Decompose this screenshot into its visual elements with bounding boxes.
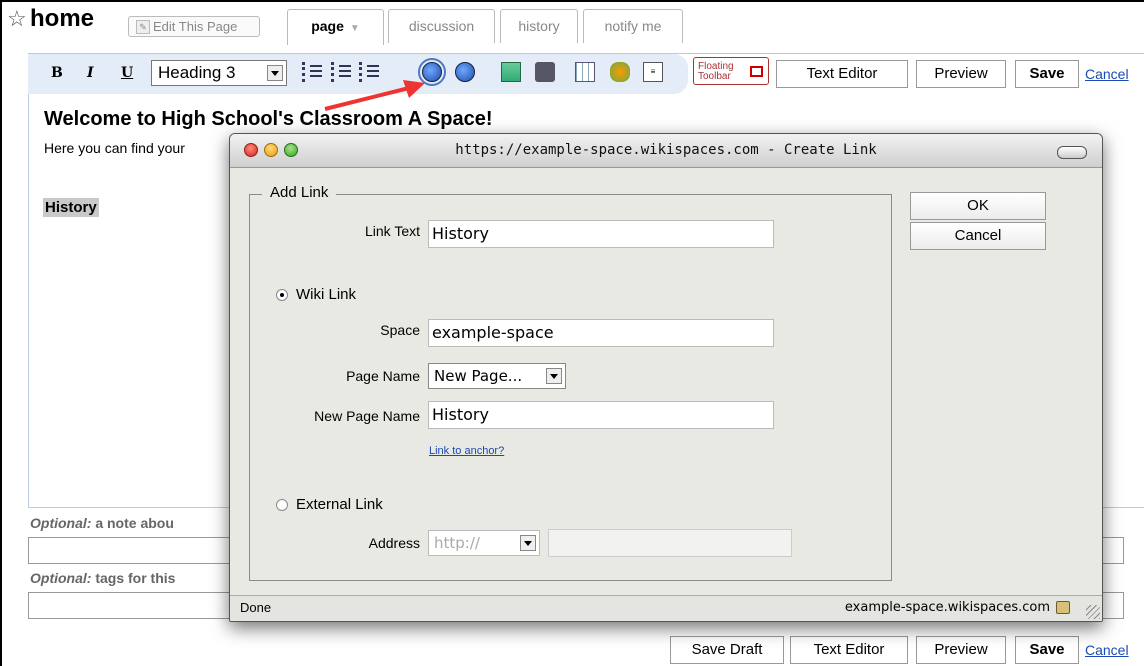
- selected-text: History: [43, 198, 99, 217]
- table-icon[interactable]: [575, 62, 595, 82]
- text-editor-button[interactable]: Text Editor: [776, 60, 908, 88]
- dialog-titlebar[interactable]: https://example-space.wikispaces.com - C…: [230, 134, 1102, 168]
- underline-button[interactable]: U: [121, 65, 133, 81]
- floating-toolbar-button[interactable]: Floating Toolbar: [693, 57, 769, 85]
- chevron-down-icon: [267, 65, 283, 81]
- add-link-legend: Add Link: [262, 184, 337, 201]
- address-label: Address: [368, 535, 420, 551]
- link-to-anchor-link[interactable]: Link to anchor?: [429, 445, 504, 457]
- bold-button[interactable]: B: [51, 65, 63, 81]
- new-page-name-label: New Page Name: [314, 408, 420, 424]
- create-link-dialog: https://example-space.wikispaces.com - C…: [229, 133, 1103, 622]
- external-link-label: External Link: [296, 496, 383, 513]
- ok-button[interactable]: OK: [910, 192, 1046, 220]
- bottom-save-button[interactable]: Save: [1015, 636, 1079, 664]
- document-heading: Welcome to High School's Classroom A Spa…: [44, 108, 493, 130]
- bottom-text-editor-button[interactable]: Text Editor: [790, 636, 908, 664]
- tags-label-rest: tags for this: [95, 570, 176, 586]
- tab-history[interactable]: history: [500, 9, 578, 43]
- edit-page-button[interactable]: ✎ Edit This Page: [128, 16, 260, 37]
- toolbar-toggle-icon[interactable]: [1057, 146, 1087, 159]
- address-protocol-select[interactable]: http://: [428, 530, 540, 556]
- pencil-icon: ✎: [136, 20, 150, 34]
- cancel-link[interactable]: Cancel: [1085, 66, 1129, 82]
- lock-icon: [1056, 601, 1070, 614]
- numbered-list-icon[interactable]: [302, 62, 325, 82]
- save-button[interactable]: Save: [1015, 60, 1079, 88]
- address-protocol-value: http://: [434, 534, 480, 552]
- status-bar: Done example-space.wikispaces.com: [230, 595, 1102, 621]
- chevron-down-icon: [520, 535, 536, 551]
- tab-page[interactable]: page ▼: [287, 9, 384, 45]
- space-field[interactable]: example-space: [428, 319, 774, 347]
- wiki-link-label: Wiki Link: [296, 286, 357, 303]
- chevron-down-icon: ▼: [349, 23, 360, 34]
- address-field[interactable]: [548, 529, 792, 557]
- tab-history-label: history: [518, 18, 560, 34]
- window-icon: [750, 66, 763, 77]
- page-name-label: Page Name: [346, 368, 420, 384]
- preview-button[interactable]: Preview: [916, 60, 1006, 88]
- wiki-link-radio[interactable]: [276, 289, 288, 301]
- dialog-cancel-button[interactable]: Cancel: [910, 222, 1046, 250]
- external-link-radio[interactable]: [276, 499, 288, 511]
- document-intro: Here you can find your: [44, 140, 185, 156]
- italic-button[interactable]: I: [87, 65, 94, 81]
- tags-label-optional: Optional:: [30, 570, 92, 586]
- tab-discussion-label: discussion: [408, 18, 475, 34]
- annotation-arrow: [324, 80, 425, 111]
- heading-select[interactable]: Heading 3: [151, 60, 287, 86]
- widget-icon[interactable]: [610, 62, 630, 82]
- tab-page-label: page: [311, 18, 344, 34]
- heading-select-value: Heading 3: [158, 63, 236, 82]
- note-label: Optional: a note abou: [30, 515, 174, 531]
- code-icon[interactable]: ≡: [643, 62, 663, 82]
- page-title: home: [30, 5, 95, 32]
- edit-page-label: Edit This Page: [153, 19, 238, 34]
- status-host: example-space.wikispaces.com: [844, 600, 1050, 615]
- tab-notify-me[interactable]: notify me: [583, 9, 683, 43]
- link-text-field[interactable]: History: [428, 220, 774, 248]
- star-icon[interactable]: ☆: [7, 8, 27, 30]
- bottom-cancel-link[interactable]: Cancel: [1085, 642, 1129, 658]
- floating-toolbar-label: Floating Toolbar: [698, 61, 734, 82]
- tab-discussion[interactable]: discussion: [388, 9, 495, 43]
- image-icon[interactable]: [501, 62, 521, 82]
- add-link-fieldset: [249, 194, 892, 581]
- chevron-down-icon: [546, 368, 562, 384]
- video-icon[interactable]: [535, 62, 555, 82]
- note-label-optional: Optional:: [30, 515, 92, 531]
- dialog-title: https://example-space.wikispaces.com - C…: [455, 142, 877, 158]
- page-name-select[interactable]: New Page...: [428, 363, 566, 389]
- bottom-preview-button[interactable]: Preview: [916, 636, 1006, 664]
- note-label-rest: a note abou: [95, 515, 174, 531]
- external-link-icon[interactable]: [455, 62, 475, 82]
- space-label: Space: [380, 322, 420, 338]
- save-draft-button[interactable]: Save Draft: [670, 636, 784, 664]
- resize-grip-icon[interactable]: [1086, 605, 1100, 619]
- link-text-label: Link Text: [365, 223, 420, 239]
- tab-notify-label: notify me: [604, 18, 662, 34]
- top-rule: [0, 0, 1144, 2]
- tags-label: Optional: tags for this: [30, 570, 175, 586]
- page-name-select-value: New Page...: [434, 367, 523, 385]
- status-text: Done: [240, 600, 272, 615]
- new-page-name-field[interactable]: History: [428, 401, 774, 429]
